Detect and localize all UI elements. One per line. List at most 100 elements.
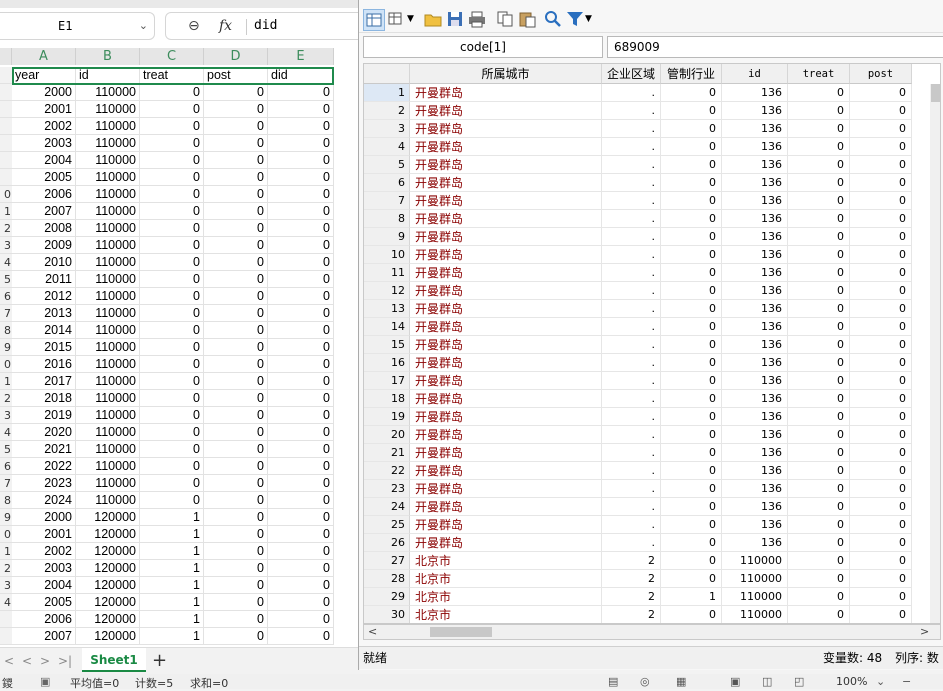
column-header-e[interactable]: E [268, 48, 334, 65]
layout-break-icon[interactable]: ◰ [794, 675, 804, 688]
data-cell[interactable]: 0 [268, 373, 334, 390]
numeric-cell[interactable]: 0 [788, 102, 850, 120]
numeric-cell[interactable]: 2 [602, 552, 661, 570]
data-cell[interactable]: 0 [204, 101, 268, 118]
numeric-cell[interactable]: 0 [850, 498, 912, 516]
add-sheet-button[interactable]: + [152, 650, 167, 671]
numeric-cell[interactable]: 0 [661, 174, 722, 192]
data-cell[interactable]: 2019 [12, 407, 76, 424]
numeric-cell[interactable]: 0 [661, 570, 722, 588]
numeric-cell[interactable]: 0 [850, 282, 912, 300]
numeric-cell[interactable]: 110000 [722, 570, 788, 588]
row-number[interactable]: 6 [0, 458, 12, 475]
cell-value-field[interactable]: 689009 [607, 36, 943, 58]
data-cell[interactable]: 0 [268, 84, 334, 101]
data-cell[interactable]: 120000 [76, 509, 140, 526]
numeric-cell[interactable]: 136 [722, 282, 788, 300]
zoom-minus-icon[interactable]: − [902, 675, 911, 688]
observation-number[interactable]: 28 [364, 570, 410, 588]
numeric-cell[interactable]: 0 [850, 570, 912, 588]
numeric-cell[interactable]: 0 [788, 246, 850, 264]
data-cell[interactable]: 2005 [12, 169, 76, 186]
observation-number[interactable]: 22 [364, 462, 410, 480]
numeric-cell[interactable]: . [602, 354, 661, 372]
numeric-cell[interactable]: 136 [722, 300, 788, 318]
numeric-cell[interactable]: 136 [722, 390, 788, 408]
numeric-cell[interactable]: . [602, 120, 661, 138]
numeric-cell[interactable]: 0 [661, 210, 722, 228]
variable-header[interactable]: id [722, 64, 788, 84]
numeric-cell[interactable]: 136 [722, 534, 788, 552]
numeric-cell[interactable]: 0 [850, 192, 912, 210]
numeric-cell[interactable]: 136 [722, 84, 788, 102]
data-cell[interactable]: 0 [268, 560, 334, 577]
data-cell[interactable]: 2020 [12, 424, 76, 441]
data-cell[interactable]: 110000 [76, 220, 140, 237]
row-number[interactable] [0, 118, 12, 135]
numeric-cell[interactable]: 0 [850, 102, 912, 120]
observation-number[interactable]: 15 [364, 336, 410, 354]
data-cell[interactable]: 110000 [76, 186, 140, 203]
observation-number[interactable]: 29 [364, 588, 410, 606]
data-cell[interactable]: 1 [140, 509, 204, 526]
data-cell[interactable]: 0 [140, 305, 204, 322]
data-cell[interactable]: 0 [268, 152, 334, 169]
data-cell[interactable]: 120000 [76, 628, 140, 645]
formula-input[interactable]: did [254, 18, 277, 33]
data-cell[interactable]: 2023 [12, 475, 76, 492]
column-header-a[interactable]: A [12, 48, 76, 65]
data-cell[interactable]: 110000 [76, 203, 140, 220]
filter-icon[interactable] [565, 9, 585, 29]
string-cell[interactable]: 开曼群岛 [410, 210, 602, 228]
numeric-cell[interactable]: 0 [661, 282, 722, 300]
numeric-cell[interactable]: 0 [850, 426, 912, 444]
data-cell[interactable]: 0 [140, 118, 204, 135]
numeric-cell[interactable]: . [602, 264, 661, 282]
string-cell[interactable]: 开曼群岛 [410, 228, 602, 246]
data-cell[interactable]: 2005 [12, 594, 76, 611]
numeric-cell[interactable]: 136 [722, 192, 788, 210]
header-cell[interactable]: year [12, 67, 76, 84]
numeric-cell[interactable]: 0 [661, 192, 722, 210]
numeric-cell[interactable]: 0 [661, 408, 722, 426]
data-cell[interactable]: 0 [140, 356, 204, 373]
numeric-cell[interactable]: 0 [788, 318, 850, 336]
numeric-cell[interactable]: 0 [661, 228, 722, 246]
numeric-cell[interactable]: 0 [661, 120, 722, 138]
row-number[interactable]: 3 [0, 577, 12, 594]
data-cell[interactable]: 120000 [76, 594, 140, 611]
numeric-cell[interactable]: 0 [788, 444, 850, 462]
grid-view-icon[interactable]: ▦ [676, 675, 686, 688]
data-cell[interactable]: 110000 [76, 390, 140, 407]
data-cell[interactable]: 0 [268, 237, 334, 254]
data-cell[interactable]: 2022 [12, 458, 76, 475]
data-cell[interactable]: 1 [140, 577, 204, 594]
data-cell[interactable]: 0 [268, 169, 334, 186]
data-cell[interactable]: 1 [140, 526, 204, 543]
row-number[interactable]: 0 [0, 356, 12, 373]
data-cell[interactable]: 2016 [12, 356, 76, 373]
data-cell[interactable]: 110000 [76, 305, 140, 322]
numeric-cell[interactable]: . [602, 426, 661, 444]
numeric-cell[interactable]: 0 [850, 408, 912, 426]
variable-header[interactable]: treat [788, 64, 850, 84]
observation-number[interactable]: 17 [364, 372, 410, 390]
string-cell[interactable]: 开曼群岛 [410, 174, 602, 192]
data-cell[interactable]: 0 [268, 628, 334, 645]
last-sheet-icon[interactable]: >| [58, 654, 72, 668]
data-cell[interactable]: 0 [140, 169, 204, 186]
numeric-cell[interactable]: 0 [788, 570, 850, 588]
numeric-cell[interactable]: 136 [722, 174, 788, 192]
row-number[interactable]: 9 [0, 339, 12, 356]
numeric-cell[interactable]: 0 [788, 462, 850, 480]
data-cell[interactable]: 0 [268, 441, 334, 458]
string-cell[interactable]: 开曼群岛 [410, 390, 602, 408]
chevron-down-icon[interactable]: ⌄ [139, 19, 148, 32]
numeric-cell[interactable]: 0 [788, 300, 850, 318]
data-cell[interactable]: 2010 [12, 254, 76, 271]
header-cell[interactable]: did [268, 67, 334, 84]
data-cell[interactable]: 110000 [76, 254, 140, 271]
numeric-cell[interactable]: 0 [661, 264, 722, 282]
numeric-cell[interactable]: 0 [661, 426, 722, 444]
name-box[interactable]: E1 ⌄ [0, 12, 155, 40]
